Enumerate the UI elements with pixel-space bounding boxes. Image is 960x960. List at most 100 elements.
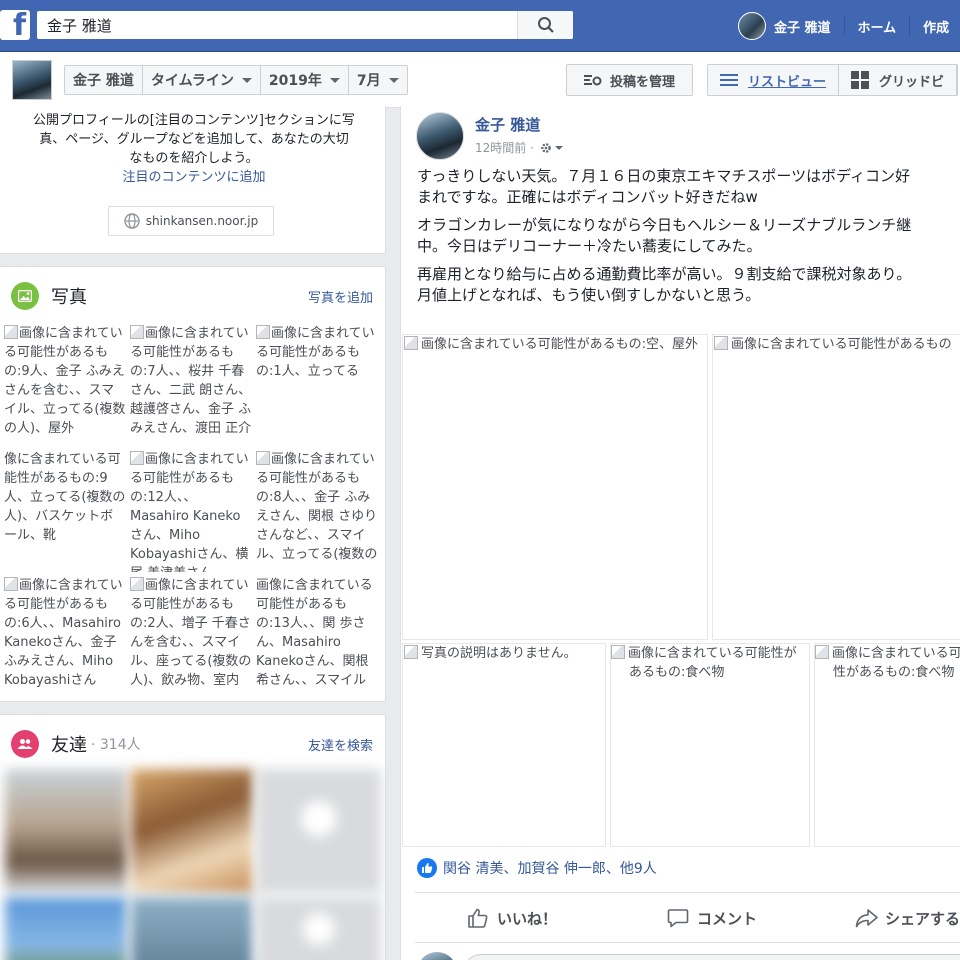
photo-thumbnail[interactable]: 画像に含まれている可能性があるもの:7人、、桜井 千春さん、二武 朗さん、越護啓… [130, 324, 252, 446]
post-text-line: 再雇用となり給与に占める通勤費比率が高い。９割支給で課税対象あり。 [417, 265, 912, 283]
grid-view-label: グリッドビ [879, 74, 945, 90]
photo-alt-text: 画像に含まれている可能性があるもの:1人、立ってる [256, 326, 375, 379]
photo-thumbnail[interactable]: 画像に含まれている可能性があるもの:9人、金子 ふみえさんを含む、、スマイル、立… [4, 324, 126, 446]
reaction-summary[interactable]: 関谷 清美、加賀谷 伸一郎、他9人 [417, 858, 657, 878]
photo-thumbnail[interactable]: 画像に含まれている可能性があるもの:2人、増子 千春さんを含む、、スマイル、座っ… [130, 576, 252, 698]
post-actions: いいね！ コメント シェアする [415, 900, 960, 936]
search-input[interactable]: 金子 雅道 [37, 15, 517, 36]
add-featured-link[interactable]: 注目のコンテンツに追加 [9, 168, 379, 187]
like-icon [417, 858, 437, 878]
photo-thumbnail[interactable]: 画像に含まれている可能性があるもの:8人、、金子 ふみえさん、関根 さゆりさんな… [256, 450, 378, 572]
photo-thumbnail[interactable]: 像に含まれている可能性があるもの:9人、立ってる(複数の人)、バスケットボール、… [4, 450, 126, 572]
photo-alt-text: 像に含まれている可能性があるもの:9人、立ってる(複数の人)、バスケットボール、… [4, 452, 126, 543]
manage-posts-button[interactable]: 投稿を管理 [566, 64, 693, 96]
photo-thumbnail[interactable]: 画像に含まれている可能性があるもの:13人、、関 歩さん、Masahiro Ka… [256, 576, 378, 698]
website-label: shinkansen.noor.jp [145, 214, 259, 228]
search-button[interactable] [517, 11, 573, 39]
website-link[interactable]: shinkansen.noor.jp [108, 206, 274, 236]
image-alt-text: 写真の説明はありません。 [421, 646, 577, 661]
top-bar: f 金子 雅道 金子 雅道 ホーム 作成 [0, 0, 960, 52]
share-label: シェアする [885, 909, 960, 928]
friends-title[interactable]: 友達 [51, 731, 87, 757]
photo-alt-text: 画像に含まれている可能性があるもの:8人、、金子 ふみえさん、関根 さゆりさんな… [256, 452, 378, 562]
like-button[interactable]: いいね！ [467, 908, 557, 929]
divider [909, 16, 911, 36]
photo-alt-text: 画像に含まれている可能性があるもの:6人、、Masahiro Kanekoさん、… [4, 578, 123, 688]
grid-view-button[interactable]: グリッドビ [839, 65, 958, 95]
friends-header: 友達 · 314人 友達を検索 [11, 729, 373, 759]
thumbs-up-icon [468, 908, 488, 928]
search-icon [537, 17, 554, 33]
photo-thumbnail[interactable]: 画像に含まれている可能性があるもの:1人、立ってる [256, 324, 378, 446]
photos-title[interactable]: 写真 [51, 283, 87, 309]
photo-thumbnail[interactable]: 画像に含まれている可能性があるもの:6人、、Masahiro Kanekoさん、… [4, 576, 126, 698]
share-button[interactable]: シェアする [855, 908, 960, 929]
search-box[interactable]: 金子 雅道 [37, 11, 573, 39]
post-image[interactable]: 画像に含まれている可能性があるもの:食べ物 [610, 643, 810, 847]
chevron-down-icon [388, 77, 399, 83]
photo-thumbnail[interactable]: 画像に含まれている可能性があるもの:12人、、Masahiro Kanekoさん… [130, 450, 252, 572]
facebook-logo-icon[interactable]: f [0, 8, 30, 43]
post-text: すっきりしない天気。７月１６日の東京エキマチスポーツはボディコン好 まれですな。正… [417, 166, 960, 313]
profile-thumbnail[interactable] [12, 60, 52, 100]
friend-photo[interactable] [257, 897, 381, 960]
search-friends-link[interactable]: 友達を検索 [308, 735, 373, 754]
list-view-button[interactable]: リストビュー [708, 65, 840, 95]
create-link[interactable]: 作成 [923, 17, 949, 36]
reaction-names[interactable]: 関谷 清美、加賀谷 伸一郎、他9人 [443, 858, 657, 878]
friend-photo[interactable] [131, 897, 253, 960]
featured-content-card: 公開プロフィールの[注目のコンテンツ]セクションに写 真、ページ、グループなどを… [0, 106, 386, 254]
broken-image-icon [130, 451, 144, 465]
top-nav: 金子 雅道 ホーム 作成 [738, 11, 949, 41]
image-alt-text: 画像に含まれている可能性があるもの [731, 337, 952, 352]
post-timestamp[interactable]: 12時間前 · [475, 139, 534, 156]
post-image[interactable]: 画像に含まれている可能性があるもの:空、屋外 [402, 334, 708, 640]
photos-card: 写真 写真を追加 画像に含まれている可能性があるもの:9人、金子 ふみえさんを含… [0, 266, 386, 702]
broken-image-icon [130, 325, 144, 339]
divider [415, 942, 960, 943]
year-label: 2019年 [268, 73, 322, 89]
gear-icon[interactable] [540, 142, 564, 154]
post-image[interactable]: 画像に含まれている可能性があるもの:食べ物 [814, 643, 960, 847]
avatar[interactable] [416, 112, 464, 160]
post-meta: 12時間前 · [475, 139, 564, 156]
broken-image-icon [404, 645, 418, 659]
post-text-line: まれですな。正確にはボディコンバット好きだねw [417, 188, 758, 206]
year-dropdown[interactable]: 2019年 [261, 66, 349, 94]
photo-alt-text: 画像に含まれている可能性があるもの:12人、、Masahiro Kanekoさん… [130, 452, 249, 572]
broken-image-icon [130, 577, 144, 591]
featured-text-line: 真、ページ、グループなどを追加して、あなたの大切 [39, 132, 349, 147]
breadcrumb-name[interactable]: 金子 雅道 [65, 66, 143, 94]
avatar[interactable] [738, 12, 766, 40]
comment-label: コメント [697, 909, 758, 928]
friend-photo[interactable] [5, 769, 127, 893]
broken-image-icon [815, 645, 829, 659]
month-dropdown[interactable]: 7月 [349, 66, 407, 94]
friend-photo[interactable] [5, 897, 127, 960]
friends-count: · 314人 [91, 737, 141, 753]
friend-photo[interactable] [257, 769, 381, 893]
add-photos-link[interactable]: 写真を追加 [308, 287, 373, 306]
timeline-dropdown[interactable]: タイムライン [143, 66, 261, 94]
post-text-line: すっきりしない天気。７月１６日の東京エキマチスポーツはボディコン好 [417, 167, 911, 185]
broken-image-icon [714, 336, 728, 350]
post-text-line: オラゴンカレーが気になりながら今日もヘルシー＆リーズナブルランチ継 [417, 216, 912, 234]
broken-image-icon [404, 336, 418, 350]
comment-button[interactable]: コメント [667, 908, 757, 929]
home-link[interactable]: ホーム [858, 17, 897, 36]
post-author[interactable]: 金子 雅道 [475, 114, 540, 135]
friends-icon [11, 730, 39, 758]
gear-list-icon [583, 75, 602, 86]
post-image[interactable]: 画像に含まれている可能性があるもの [712, 334, 960, 640]
friend-photo[interactable] [131, 769, 253, 893]
friend-thumbnails [5, 769, 383, 960]
chevron-down-icon [329, 77, 340, 83]
timeline-subnav: 金子 雅道 タイムライン 2019年 7月 投稿を管理 リストビュー グリッドビ [0, 52, 960, 108]
image-alt-text: 画像に含まれている可能性があるもの:食べ物 [628, 646, 797, 680]
photo-icon [11, 282, 39, 310]
comment-input[interactable] [463, 954, 960, 960]
profile-link[interactable]: 金子 雅道 [774, 17, 831, 36]
post-image[interactable]: 写真の説明はありません。 [402, 643, 606, 847]
friends-card: 友達 · 314人 友達を検索 [0, 714, 386, 960]
featured-description: 公開プロフィールの[注目のコンテンツ]セクションに写 真、ページ、グループなどを… [9, 111, 379, 187]
